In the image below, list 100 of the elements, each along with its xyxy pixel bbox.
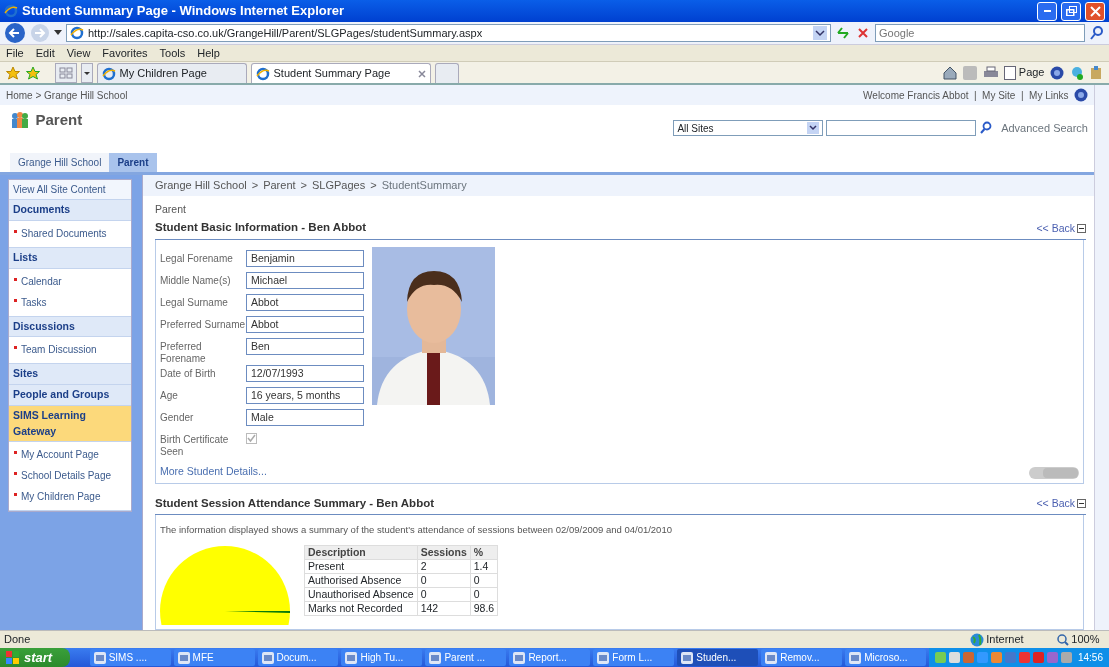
site-tab[interactable]: Grange Hill School <box>10 153 110 172</box>
home-icon[interactable] <box>941 64 958 81</box>
taskbar-button[interactable]: Studen... <box>677 649 759 666</box>
help-icon[interactable] <box>1050 65 1064 80</box>
start-button[interactable]: start <box>0 648 71 667</box>
printer-icon[interactable] <box>982 65 999 80</box>
close-icon[interactable] <box>417 69 426 78</box>
user-link[interactable]: Welcome Francis Abbot <box>863 87 969 103</box>
breadcrumb-link[interactable]: StudentSummary <box>381 177 467 194</box>
collapse-icon[interactable] <box>1077 499 1086 509</box>
table-cell: Present <box>304 559 418 574</box>
nav-item[interactable]: Tasks <box>9 291 131 313</box>
taskbar-button[interactable]: High Tu... <box>341 649 423 666</box>
section-title: Student Session Attendance Summary - Ben Abbot <box>155 495 434 511</box>
breadcrumb: Home > Grange Hill School <box>6 88 128 103</box>
taskbar-button[interactable]: MFE <box>173 649 255 666</box>
text-field[interactable]: 12/07/1993 <box>246 364 364 382</box>
close-button[interactable] <box>1085 1 1105 21</box>
field-label: Legal Forename <box>160 251 234 265</box>
browser-tab[interactable]: Student Summary Page <box>250 63 431 83</box>
search-field[interactable] <box>826 120 977 137</box>
zoom-control[interactable]: 100% <box>1056 631 1100 648</box>
site-title: Parent <box>35 110 83 130</box>
advanced-search-link[interactable]: Advanced Search <box>1001 120 1088 137</box>
restore-button[interactable] <box>1061 1 1081 21</box>
minimize-icon <box>1043 10 1051 12</box>
description-text: The information displayed shows a summary of the student's attendance of sessions between 02/09/2009 and 04/01/2010 <box>160 522 673 537</box>
scope-dropdown[interactable]: All Sites <box>673 120 824 137</box>
zone-label: Internet <box>986 632 1024 648</box>
search-icon[interactable] <box>978 121 993 136</box>
nav-heading[interactable]: Sites <box>9 364 131 385</box>
section-title: Student Basic Information - Ben Abbot <box>155 220 367 236</box>
tray-icon[interactable] <box>949 652 961 663</box>
text-field[interactable]: Abbot <box>246 293 364 311</box>
window-title: Student Summary Page - Windows Internet Explorer <box>22 2 346 21</box>
browser-tab[interactable]: My Children Page <box>96 63 247 83</box>
taskbar-button[interactable]: SIMS .... <box>89 649 171 666</box>
scrollbar[interactable] <box>1094 85 1109 630</box>
text-field[interactable]: 16 years, 5 months <box>246 386 364 404</box>
address-field[interactable]: http://sales.capita-cso.co.uk/GrangeHill/Parent/SLGPages/studentSummary.aspx <box>66 24 831 42</box>
dropdown-icon[interactable] <box>54 30 62 36</box>
more-details-link[interactable]: More Student Details... <box>160 463 364 480</box>
user-link[interactable]: My Links <box>1029 87 1069 103</box>
user-link[interactable]: My Site <box>982 87 1016 103</box>
refresh-icon[interactable] <box>835 25 851 41</box>
breadcrumb-link[interactable]: SLGPages <box>312 177 366 194</box>
taskbar-button[interactable]: Microso... <box>845 649 927 666</box>
taskbar-button[interactable]: Parent ... <box>425 649 507 666</box>
tray-icon[interactable] <box>1061 652 1073 663</box>
new-tab-button[interactable] <box>434 63 459 83</box>
menu-item[interactable]: View <box>66 44 91 62</box>
menu-item[interactable]: Help <box>197 44 220 62</box>
tray-icon[interactable] <box>991 652 1003 663</box>
taskbar-button[interactable]: Report... <box>509 649 591 666</box>
text-field[interactable]: Male <box>246 408 364 426</box>
add-favorite-icon[interactable] <box>25 65 40 80</box>
nav-heading[interactable]: Discussions <box>9 316 131 338</box>
tray-icon[interactable] <box>1019 652 1031 663</box>
tray-icon[interactable] <box>935 652 947 663</box>
taskbar-button[interactable]: Remov... <box>761 649 843 666</box>
field-label: Gender <box>160 410 195 424</box>
field-label: Preferred Surname <box>160 317 246 331</box>
nav-heading[interactable]: Lists <box>9 247 131 269</box>
window-icon <box>765 651 778 664</box>
tray-icon[interactable] <box>1033 652 1045 663</box>
back-link[interactable]: << Back <box>1036 220 1086 237</box>
back-link[interactable]: << Back <box>1036 496 1086 512</box>
nav-item[interactable]: My Account Page <box>9 444 131 466</box>
text-field[interactable]: Benjamin <box>246 249 364 267</box>
nav-item[interactable]: My Children Page <box>9 486 131 508</box>
menu-item[interactable]: Edit <box>35 44 55 62</box>
browser-icon <box>70 26 84 40</box>
breadcrumb-link[interactable]: Parent <box>263 177 296 194</box>
site-tab[interactable]: Parent <box>109 153 157 172</box>
text-field[interactable]: Ben <box>246 337 364 355</box>
search-icon[interactable] <box>1089 25 1105 41</box>
window-icon <box>177 651 190 664</box>
text-field[interactable]: Abbot <box>246 315 364 333</box>
nav-item[interactable]: Calendar <box>9 270 131 292</box>
menu-item[interactable]: Favorites <box>102 44 148 62</box>
page-menu[interactable]: Page <box>1004 64 1045 81</box>
help-icon[interactable] <box>1074 88 1088 102</box>
back-icon[interactable] <box>4 22 26 44</box>
text-field[interactable]: Michael <box>246 271 364 289</box>
menu-item[interactable]: File <box>6 44 24 62</box>
field-label: Birth Certificate Seen <box>160 432 230 458</box>
minimize-button[interactable] <box>1037 1 1057 21</box>
nav-heading[interactable]: Documents <box>9 200 131 221</box>
taskbar-button[interactable]: Form L... <box>593 649 675 666</box>
menu-item[interactable]: Tools <box>159 44 186 62</box>
nav-item[interactable]: School Details Page <box>9 465 131 487</box>
taskbar-button[interactable]: Docum... <box>257 649 339 666</box>
collapse-icon[interactable] <box>1077 224 1086 234</box>
breadcrumb-link[interactable]: Grange Hill School <box>155 177 247 194</box>
tab-list-icon[interactable] <box>80 63 93 83</box>
nav-heading[interactable]: People and Groups <box>9 385 131 406</box>
search-field[interactable]: Google <box>875 24 1085 42</box>
dropdown-icon[interactable] <box>813 26 827 40</box>
star-icon[interactable] <box>6 65 20 80</box>
nav-heading[interactable]: SIMS Learning Gateway <box>9 405 131 443</box>
